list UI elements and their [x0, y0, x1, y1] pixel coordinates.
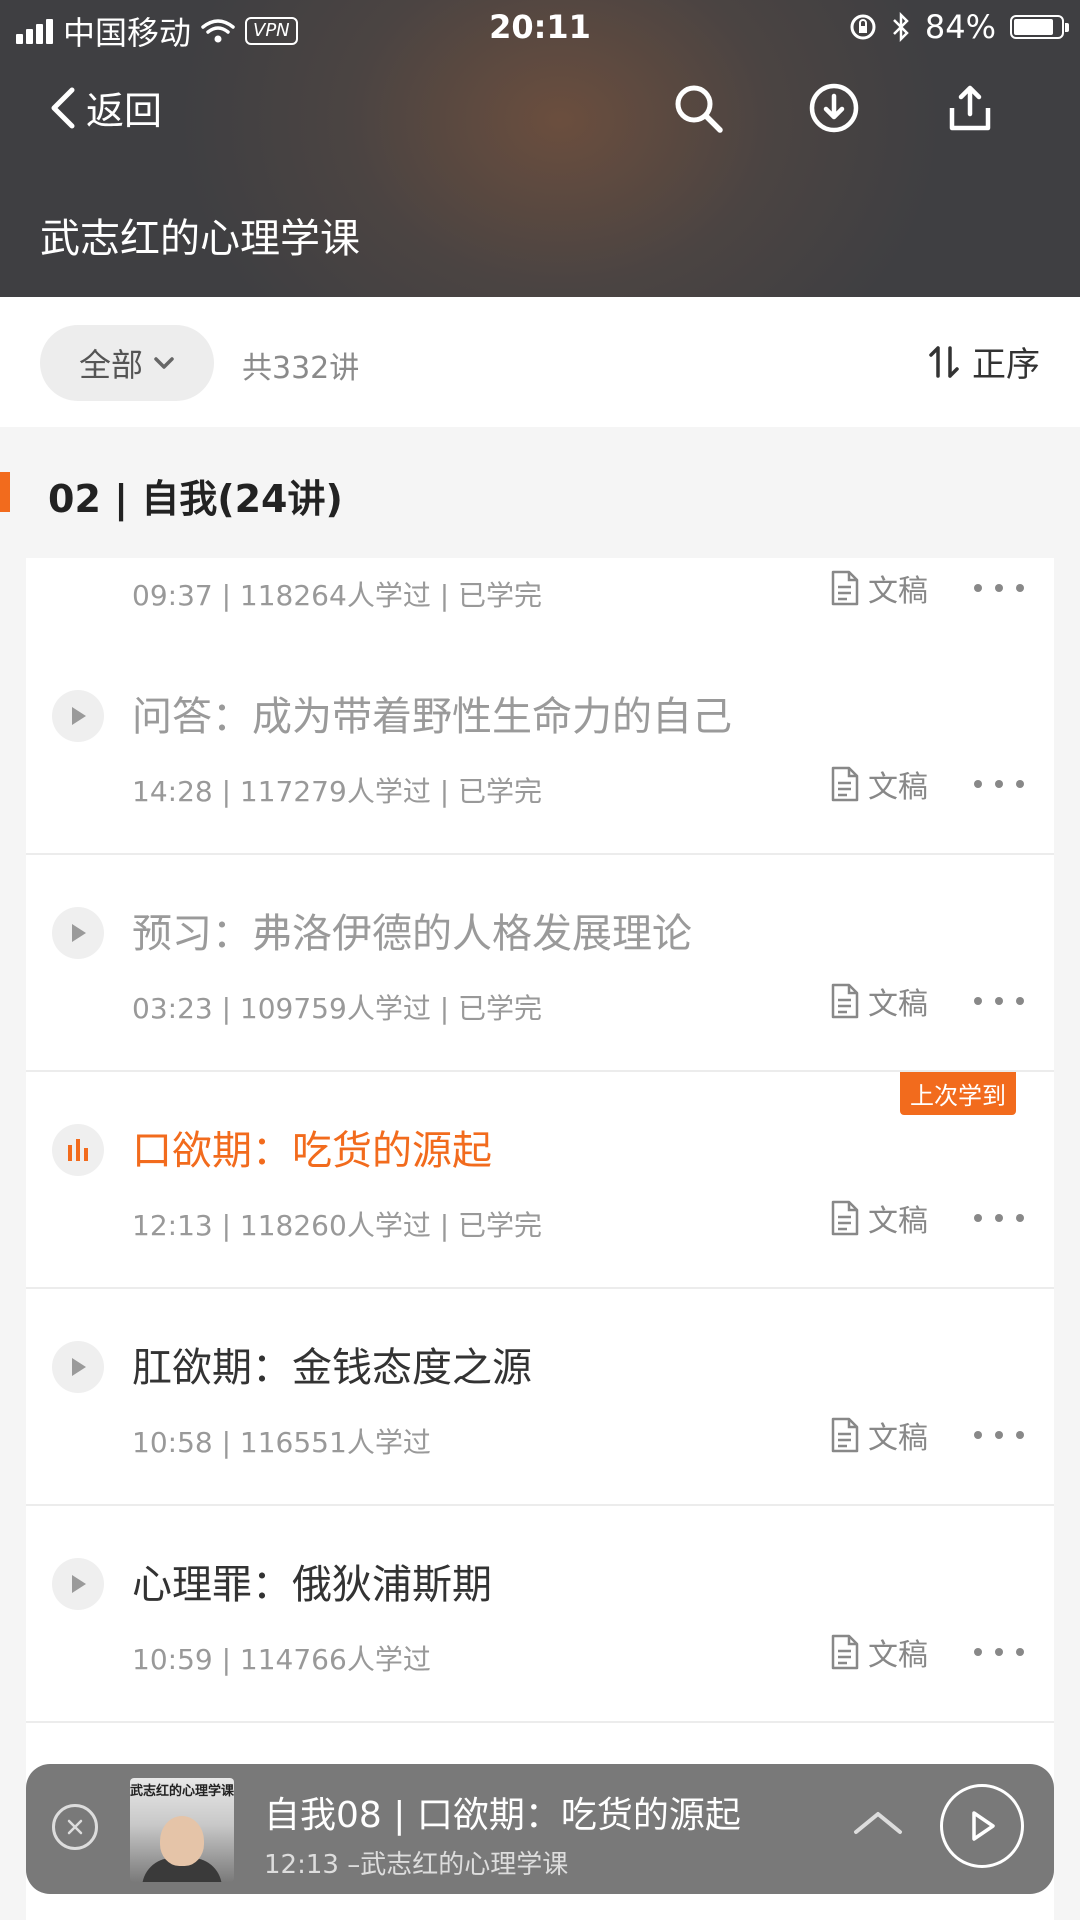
rotation-lock-icon — [850, 14, 876, 40]
player-play-button[interactable] — [940, 1784, 1024, 1868]
mini-player[interactable]: 武志红的心理学课 自我08 | 口欲期：吃货的源起 12:13 –武志红的心理学… — [26, 1764, 1054, 1894]
transcript-button[interactable]: 文稿 — [830, 1630, 928, 1674]
last-played-badge: 上次学到 — [900, 1072, 1016, 1115]
bluetooth-icon — [892, 12, 909, 42]
section-accent-bar — [0, 472, 10, 512]
play-icon[interactable] — [52, 690, 104, 742]
sort-icon — [929, 345, 959, 378]
cover-title: 武志红的心理学课 — [130, 1784, 234, 1799]
transcript-label: 文稿 — [868, 1638, 928, 1673]
sort-label: 正序 — [972, 345, 1040, 385]
nav-bar: 返回 — [0, 80, 1080, 140]
lesson-title: 口欲期：吃货的源起 — [132, 1128, 492, 1174]
lesson-meta: 09:37 | 118264人学过 | 已学完 — [132, 579, 543, 612]
lesson-meta: 03:23 | 109759人学过 | 已学完 — [132, 992, 543, 1025]
lesson-meta: 10:59 | 114766人学过 — [132, 1643, 431, 1676]
lesson-row[interactable]: 肛欲期：金钱态度之源 10:58 | 116551人学过 文稿 — [26, 1289, 1054, 1506]
page-title: 武志红的心理学课 — [40, 216, 360, 262]
more-options-icon[interactable] — [974, 578, 1024, 598]
more-options-icon[interactable] — [974, 991, 1024, 1011]
filter-selected-label: 全部 — [78, 346, 143, 384]
back-label: 返回 — [86, 89, 163, 133]
more-options-icon[interactable] — [974, 774, 1024, 794]
close-icon — [67, 1819, 83, 1835]
transcript-button[interactable]: 文稿 — [830, 566, 928, 610]
status-bar: 中国移动 VPN 20:11 84% — [0, 0, 1080, 54]
lesson-meta: 14:28 | 117279人学过 | 已学完 — [132, 775, 543, 808]
transcript-label: 文稿 — [868, 574, 928, 609]
player-title: 自我08 | 口欲期：吃货的源起 — [264, 1795, 741, 1836]
document-icon — [831, 983, 859, 1019]
back-button[interactable]: 返回 — [48, 80, 162, 135]
lesson-title: 问答：成为带着野性生命力的自己 — [132, 694, 732, 740]
transcript-button[interactable]: 文稿 — [830, 1413, 928, 1457]
transcript-label: 文稿 — [868, 1421, 928, 1456]
document-icon — [831, 1200, 859, 1236]
document-icon — [831, 570, 859, 606]
transcript-label: 文稿 — [868, 770, 928, 805]
now-playing-icon[interactable] — [52, 1124, 104, 1176]
header: 中国移动 VPN 20:11 84% 返回 武志红的心理学课 — [0, 0, 1080, 297]
lesson-title: 心理罪：俄狄浦斯期 — [132, 1562, 492, 1608]
lesson-meta: 12:13 | 118260人学过 | 已学完 — [132, 1209, 543, 1242]
lesson-title: 预习：弗洛伊德的人格发展理论 — [132, 911, 692, 957]
battery-icon — [1010, 15, 1069, 39]
transcript-button[interactable]: 文稿 — [830, 1196, 928, 1240]
transcript-label: 文稿 — [868, 987, 928, 1022]
lesson-meta: 10:58 | 116551人学过 — [132, 1426, 431, 1459]
battery-percent: 84% — [924, 8, 996, 46]
close-player-button[interactable] — [52, 1804, 98, 1850]
section-title: 02 | 自我(24讲) — [48, 477, 343, 521]
album-cover: 武志红的心理学课 — [130, 1778, 234, 1882]
chevron-up-icon[interactable] — [852, 1808, 904, 1838]
player-subtitle: 12:13 –武志红的心理学课 — [264, 1850, 569, 1880]
document-icon — [831, 1417, 859, 1453]
play-icon[interactable] — [52, 907, 104, 959]
lesson-row[interactable]: 问答：成为带着野性生命力的自己 14:28 | 117279人学过 | 已学完 … — [26, 638, 1054, 855]
transcript-label: 文稿 — [868, 1204, 928, 1239]
document-icon — [831, 1634, 859, 1670]
filter-dropdown[interactable]: 全部 — [40, 325, 214, 401]
lesson-list[interactable]: 09:37 | 118264人学过 | 已学完 文稿 问答：成为带着野性生命力的… — [26, 558, 1054, 1920]
play-icon[interactable] — [52, 1341, 104, 1393]
more-options-icon[interactable] — [974, 1208, 1024, 1228]
chevron-left-icon — [51, 87, 75, 128]
play-icon — [972, 1811, 995, 1841]
lesson-row[interactable]: 心理罪：俄狄浦斯期 10:59 | 114766人学过 文稿 — [26, 1506, 1054, 1723]
more-options-icon[interactable] — [974, 1642, 1024, 1662]
play-icon[interactable] — [52, 1558, 104, 1610]
lesson-row-current[interactable]: 上次学到 口欲期：吃货的源起 12:13 | 118260人学过 | 已学完 文… — [26, 1072, 1054, 1289]
section-header: 02 | 自我(24讲) — [0, 428, 1080, 558]
document-icon — [831, 766, 859, 802]
filter-bar: 全部 共332讲 正序 — [0, 297, 1080, 427]
lesson-count: 共332讲 — [242, 351, 360, 386]
chevron-down-icon — [154, 357, 174, 369]
lesson-row[interactable]: 预习：弗洛伊德的人格发展理论 03:23 | 109759人学过 | 已学完 文… — [26, 855, 1054, 1072]
lesson-title: 肛欲期：金钱态度之源 — [132, 1345, 532, 1391]
download-icon[interactable] — [808, 82, 860, 134]
transcript-button[interactable]: 文稿 — [830, 979, 928, 1023]
transcript-button[interactable]: 文稿 — [830, 762, 928, 806]
search-icon[interactable] — [672, 82, 724, 134]
share-icon[interactable] — [944, 82, 996, 134]
more-options-icon[interactable] — [974, 1425, 1024, 1445]
sort-button[interactable]: 正序 — [928, 337, 1040, 386]
